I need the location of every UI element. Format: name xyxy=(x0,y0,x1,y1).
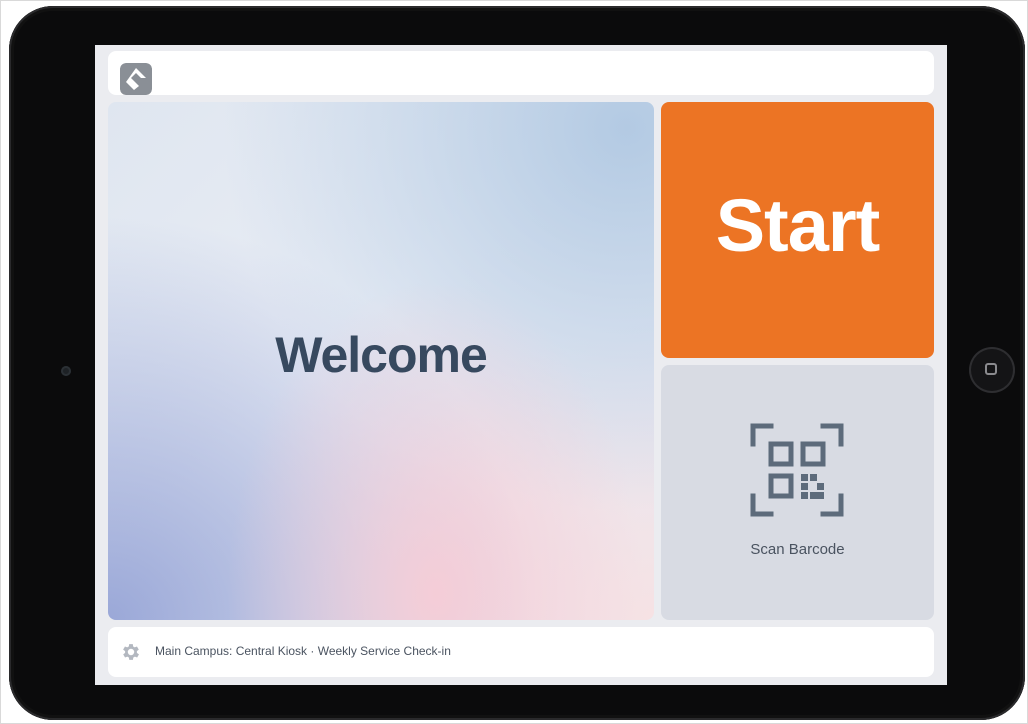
app-logo-icon xyxy=(120,63,152,95)
home-button[interactable] xyxy=(969,347,1015,393)
qr-scan-icon xyxy=(750,423,844,517)
kiosk-screen: Welcome Start Scan Barcode Main Campus: … xyxy=(95,45,947,685)
front-camera xyxy=(61,366,71,376)
kiosk-info-label: Main Campus: Central Kiosk · Weekly Serv… xyxy=(155,644,451,658)
start-button[interactable]: Start xyxy=(661,102,934,358)
scan-barcode-button[interactable]: Scan Barcode xyxy=(661,365,934,620)
bottom-bar: Main Campus: Central Kiosk · Weekly Serv… xyxy=(108,627,934,677)
scan-barcode-label: Scan Barcode xyxy=(750,541,845,558)
welcome-panel: Welcome xyxy=(108,102,654,620)
home-button-icon xyxy=(985,363,997,375)
gear-icon[interactable] xyxy=(120,641,142,663)
start-button-label: Start xyxy=(715,183,881,267)
welcome-title: Welcome xyxy=(275,327,488,383)
top-bar xyxy=(108,51,934,95)
